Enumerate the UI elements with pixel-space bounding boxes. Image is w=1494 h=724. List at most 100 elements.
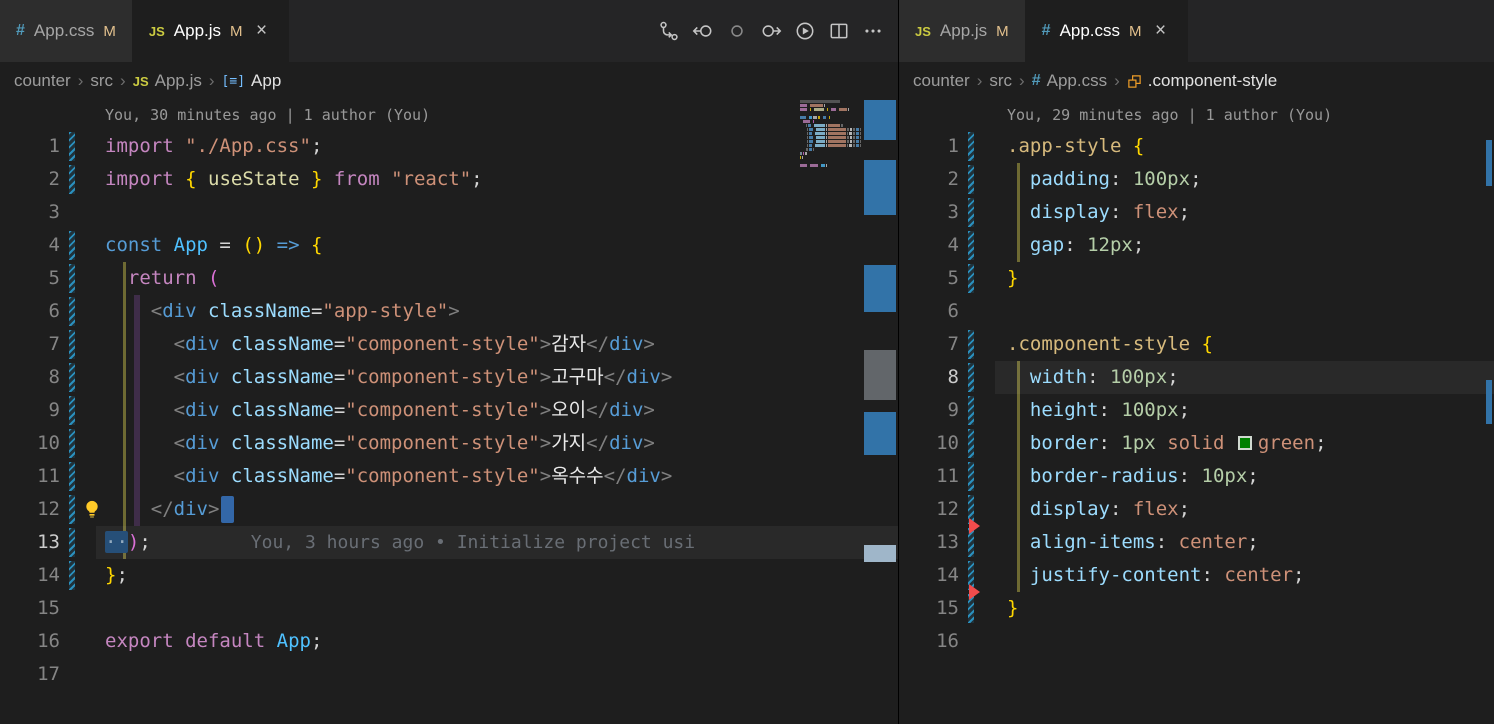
code-line-15[interactable]: 15 xyxy=(0,592,898,625)
code-text: export default App; xyxy=(105,630,323,652)
code-line-9[interactable]: 9 height: 100px; xyxy=(899,394,1494,427)
code-line-2[interactable]: 2 import { useState } from "react"; xyxy=(0,163,898,196)
line-number[interactable]: 12 xyxy=(899,493,959,526)
code-line-7[interactable]: 7 <div className="component-style">감자</d… xyxy=(0,328,898,361)
code-line-6[interactable]: 6 <div className="app-style"> xyxy=(0,295,898,328)
breadcrumb-item-counter[interactable]: counter xyxy=(14,71,71,91)
code-line-12[interactable]: 12 display: flex; xyxy=(899,493,1494,526)
line-number[interactable]: 11 xyxy=(899,460,959,493)
line-number[interactable]: 1 xyxy=(0,130,60,163)
line-number[interactable]: 6 xyxy=(899,295,959,328)
line-number[interactable]: 4 xyxy=(0,229,60,262)
overview-ruler[interactable] xyxy=(1484,100,1494,724)
open-changes-icon[interactable] xyxy=(656,18,682,44)
code-line-6[interactable]: 6 xyxy=(899,295,1494,328)
code-line-12[interactable]: 12 </div> xyxy=(0,493,898,526)
line-number[interactable]: 1 xyxy=(899,130,959,163)
breadcrumb-item-src[interactable]: src xyxy=(90,71,113,91)
line-number[interactable]: 5 xyxy=(899,262,959,295)
breadcrumb-item-counter[interactable]: counter xyxy=(913,71,970,91)
line-number[interactable]: 8 xyxy=(0,361,60,394)
tab-app-js[interactable]: JS App.js M × xyxy=(132,0,289,62)
line-number[interactable]: 10 xyxy=(0,427,60,460)
code-line-4[interactable]: 4 gap: 12px; xyxy=(899,229,1494,262)
code-line-2[interactable]: 2 padding: 100px; xyxy=(899,163,1494,196)
code-line-13[interactable]: 13 align-items: center; xyxy=(899,518,1494,559)
line-number[interactable]: 10 xyxy=(899,427,959,460)
code-editor-appcss[interactable]: You, 29 minutes ago | 1 author (You) 1 .ap… xyxy=(899,100,1494,724)
line-number[interactable]: 3 xyxy=(0,196,60,229)
line-number[interactable]: 7 xyxy=(0,328,60,361)
code-line-3[interactable]: 3 xyxy=(0,196,898,229)
code-line-14[interactable]: 14 justify-content: center; xyxy=(899,559,1494,592)
line-number[interactable]: 16 xyxy=(0,625,60,658)
breadcrumb-file[interactable]: JS App.js xyxy=(133,71,202,91)
line-number[interactable]: 13 xyxy=(0,526,60,559)
code-line-11[interactable]: 11 border-radius: 10px; xyxy=(899,460,1494,493)
close-icon[interactable]: × xyxy=(1151,21,1171,41)
tab-app-css[interactable]: # App.css M xyxy=(0,0,133,62)
code-line-4[interactable]: 4 const App = () => { xyxy=(0,229,898,262)
line-number[interactable]: 8 xyxy=(899,361,959,394)
codelens-authors[interactable]: You, 30 minutes ago | 1 author (You) xyxy=(0,100,898,130)
line-number[interactable]: 6 xyxy=(0,295,60,328)
overview-ruler[interactable] xyxy=(862,100,898,724)
code-line-14[interactable]: 14}; xyxy=(0,559,898,592)
css-file-icon: # xyxy=(1041,22,1051,39)
close-icon[interactable]: × xyxy=(252,21,272,41)
line-number[interactable]: 13 xyxy=(899,526,959,559)
line-number[interactable]: 14 xyxy=(0,559,60,592)
code-line-7[interactable]: 7 .component-style { xyxy=(899,328,1494,361)
code-line-11[interactable]: 11 <div className="component-style">옥수수<… xyxy=(0,460,898,493)
code-line-1[interactable]: 1 import "./App.css"; xyxy=(0,130,898,163)
code-line-15[interactable]: 15} xyxy=(899,584,1494,625)
codelens-authors[interactable]: You, 29 minutes ago | 1 author (You) xyxy=(899,100,1494,130)
line-number[interactable]: 11 xyxy=(0,460,60,493)
line-number[interactable]: 17 xyxy=(0,658,60,691)
more-actions-icon[interactable] xyxy=(860,18,886,44)
code-line-8[interactable]: 8 width: 100px; xyxy=(899,361,1494,394)
breadcrumb-symbol[interactable]: .component-style xyxy=(1127,71,1277,91)
breadcrumb-symbol[interactable]: [≡] App xyxy=(222,71,282,91)
line-number[interactable]: 9 xyxy=(0,394,60,427)
code-line-17[interactable]: 17 xyxy=(0,658,898,691)
code-line-13[interactable]: 13 ··); You, 3 hours ago • Initialize proj… xyxy=(0,526,898,559)
split-editor-icon[interactable] xyxy=(826,18,852,44)
lightbulb-icon[interactable] xyxy=(82,498,102,520)
code-line-10[interactable]: 10 border: 1px solid green; xyxy=(899,427,1494,460)
color-swatch[interactable] xyxy=(1237,436,1252,450)
tab-app-css[interactable]: # App.css M × xyxy=(1025,0,1188,62)
code-line-16[interactable]: 16 export default App; xyxy=(0,625,898,658)
line-number[interactable]: 9 xyxy=(899,394,959,427)
breadcrumb-item-src[interactable]: src xyxy=(989,71,1012,91)
line-number[interactable]: 3 xyxy=(899,196,959,229)
line-number[interactable]: 2 xyxy=(899,163,959,196)
line-number[interactable]: 15 xyxy=(899,592,959,625)
code-line-10[interactable]: 10 <div className="component-style">가지</… xyxy=(0,427,898,460)
line-number[interactable]: 2 xyxy=(0,163,60,196)
line-number[interactable]: 16 xyxy=(899,625,959,658)
line-number[interactable]: 14 xyxy=(899,559,959,592)
code-line-8[interactable]: 8 <div className="component-style">고구마</… xyxy=(0,361,898,394)
code-line-1[interactable]: 1 .app-style { xyxy=(899,130,1494,163)
tab-app-js[interactable]: JS App.js M xyxy=(899,0,1026,62)
run-icon[interactable] xyxy=(792,18,818,44)
line-number[interactable]: 12 xyxy=(0,493,60,526)
line-number[interactable]: 4 xyxy=(899,229,959,262)
next-change-icon[interactable] xyxy=(758,18,784,44)
line-number[interactable]: 7 xyxy=(899,328,959,361)
change-indicator-icon[interactable] xyxy=(724,18,750,44)
code-editor-appjs[interactable]: You, 30 minutes ago | 1 author (You) 1 imp… xyxy=(0,100,898,724)
code-line-5[interactable]: 5} xyxy=(899,262,1494,295)
code-line-9[interactable]: 9 <div className="component-style">오이</d… xyxy=(0,394,898,427)
breadcrumb[interactable]: counter › src › JS App.js › [≡] App xyxy=(0,62,898,100)
minimap[interactable] xyxy=(800,100,862,172)
breadcrumb[interactable]: counter › src › # App.css › .component-style xyxy=(899,62,1494,100)
code-line-5[interactable]: 5 return ( xyxy=(0,262,898,295)
line-number[interactable]: 5 xyxy=(0,262,60,295)
code-line-16[interactable]: 16 xyxy=(899,625,1494,658)
line-number[interactable]: 15 xyxy=(0,592,60,625)
previous-change-icon[interactable] xyxy=(690,18,716,44)
breadcrumb-file[interactable]: # App.css xyxy=(1032,71,1107,91)
code-line-3[interactable]: 3 display: flex; xyxy=(899,196,1494,229)
